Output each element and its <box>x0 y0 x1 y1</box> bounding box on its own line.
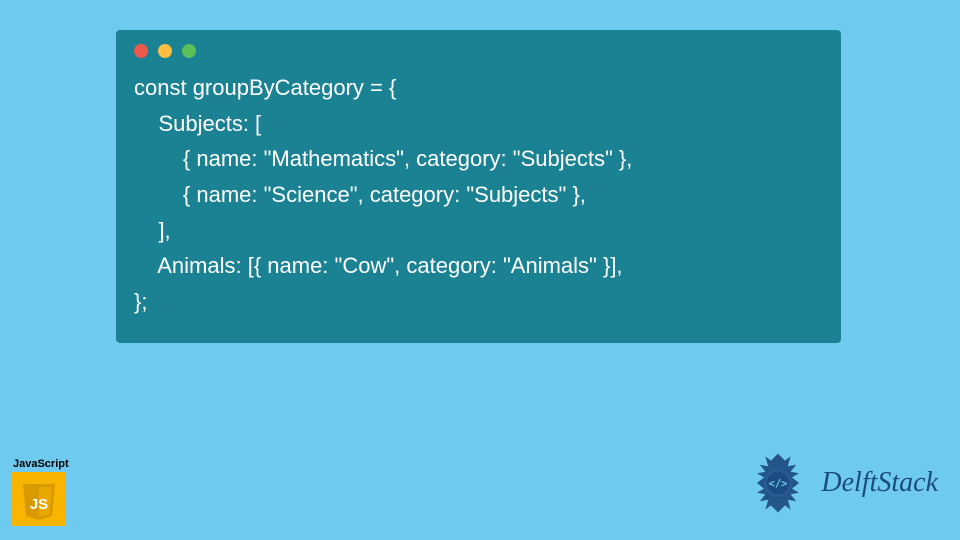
code-line: ], <box>134 218 171 243</box>
javascript-badge: JavaScript JS <box>12 458 72 526</box>
code-block: const groupByCategory = { Subjects: [ { … <box>116 66 841 319</box>
code-line: { name: "Science", category: "Subjects" … <box>134 182 586 207</box>
minimize-icon <box>158 44 172 58</box>
code-line: Subjects: [ <box>134 111 261 136</box>
code-window: const groupByCategory = { Subjects: [ { … <box>116 30 841 343</box>
code-line: { name: "Mathematics", category: "Subjec… <box>134 146 632 171</box>
code-line: }; <box>134 289 147 314</box>
delftstack-emblem-icon: </> <box>743 448 813 518</box>
code-line: const groupByCategory = { <box>134 75 396 100</box>
close-icon <box>134 44 148 58</box>
javascript-shield-icon: JS <box>12 472 66 526</box>
code-line: Animals: [{ name: "Cow", category: "Anim… <box>134 253 623 278</box>
maximize-icon <box>182 44 196 58</box>
delftstack-logo: </> DelftStack <box>743 448 938 518</box>
svg-text:JS: JS <box>30 496 48 513</box>
javascript-label: JavaScript <box>12 458 72 470</box>
window-controls <box>116 30 841 66</box>
delftstack-text: DelftStack <box>821 467 938 499</box>
svg-text:</>: </> <box>769 478 788 490</box>
